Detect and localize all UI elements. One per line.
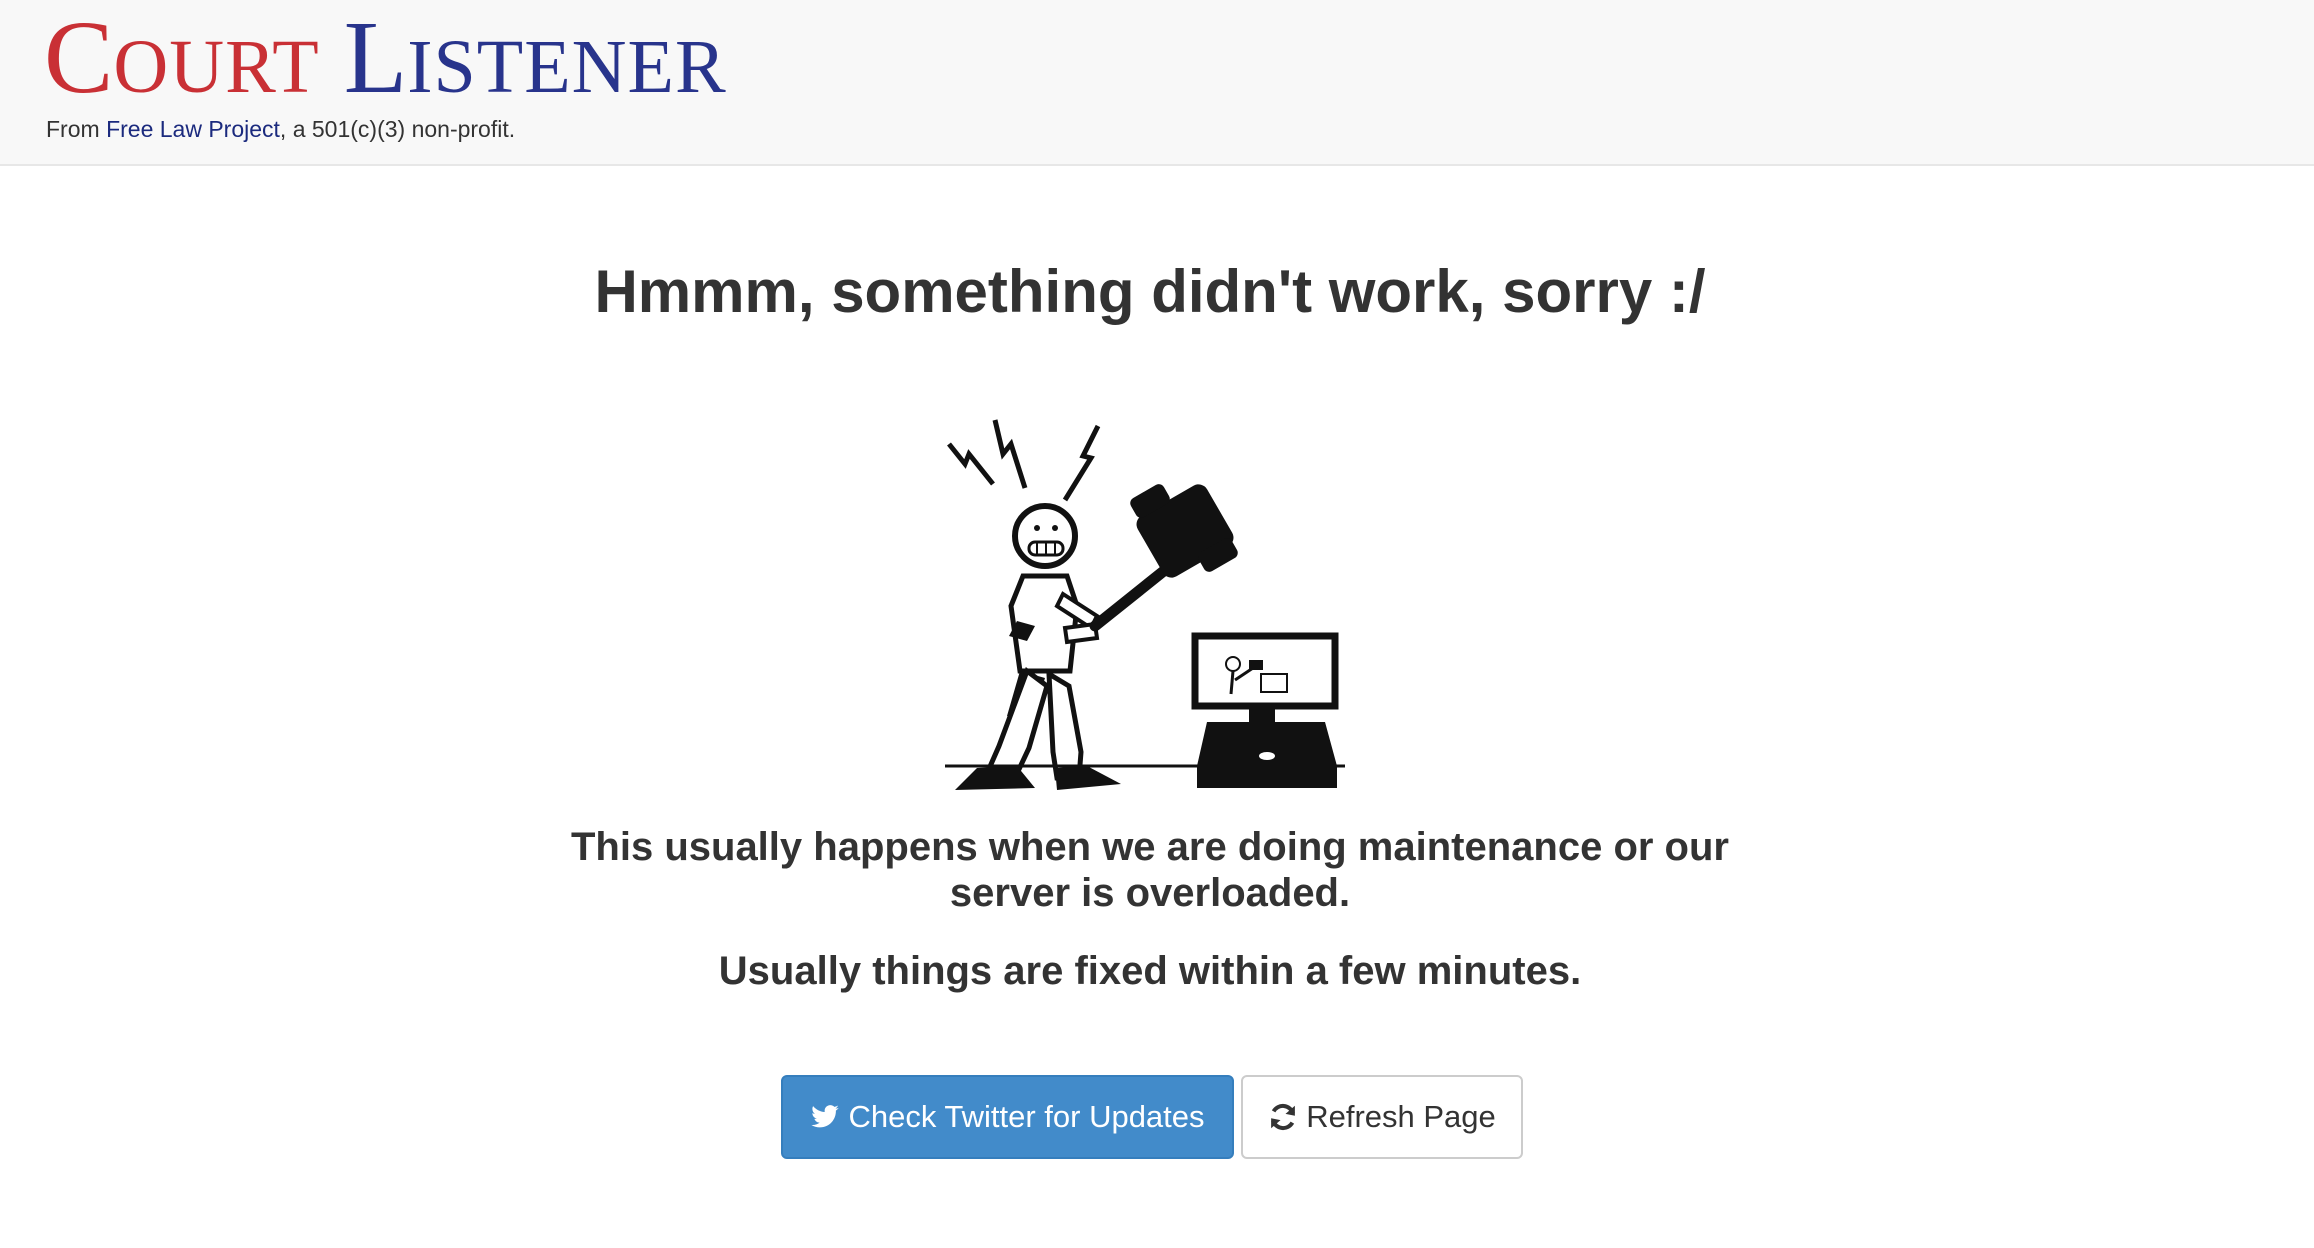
lightning-bolt-icon — [1062, 424, 1101, 502]
logo-word-court: COURT — [44, 6, 320, 110]
tagline-suffix: , a 501(c)(3) non-profit. — [279, 116, 516, 142]
twitter-icon — [810, 1102, 840, 1132]
frustrated-person-smashing-computer-illustration — [945, 419, 1345, 790]
tagline: From Free Law Project, a 501(c)(3) non-p… — [46, 116, 515, 143]
recovery-message: Usually things are fixed within a few mi… — [718, 949, 1582, 993]
site-header: COURT LISTENER From Free Law Project, a 5… — [0, 0, 2314, 166]
maintenance-message: This usually happens when we are doing m… — [570, 825, 1729, 915]
logo-letters: ISTENER — [407, 25, 727, 109]
logo-word-listener: LISTENER — [344, 6, 727, 110]
logo-letter: C — [44, 0, 114, 115]
error-title: Hmmm, something didn't work, sorry :/ — [594, 258, 1706, 325]
refresh-page-label: Refresh Page — [1306, 1099, 1496, 1134]
free-law-project-link[interactable]: Free Law Project — [106, 116, 280, 142]
lightning-bolt-icon — [947, 442, 995, 486]
person-leg — [1046, 669, 1084, 781]
logo-letters: OURT — [113, 25, 320, 109]
computer-monitor — [1191, 632, 1339, 710]
gavel-handle — [1089, 560, 1176, 632]
tagline-prefix: From — [46, 116, 107, 142]
shoe — [1055, 766, 1121, 790]
check-twitter-button[interactable]: Check Twitter for Updates — [781, 1075, 1234, 1159]
logo-letter: L — [343, 0, 408, 115]
lightning-bolt-icon — [992, 419, 1028, 489]
person-head — [1012, 503, 1078, 569]
courtlistener-logo[interactable]: COURT LISTENER — [44, 6, 727, 110]
eye-icon — [1052, 525, 1058, 531]
refresh-page-button[interactable]: Refresh Page — [1241, 1075, 1523, 1159]
check-twitter-label: Check Twitter for Updates — [848, 1099, 1205, 1134]
refresh-icon — [1268, 1102, 1298, 1132]
eye-icon — [1034, 525, 1040, 531]
shoe — [955, 766, 1035, 790]
